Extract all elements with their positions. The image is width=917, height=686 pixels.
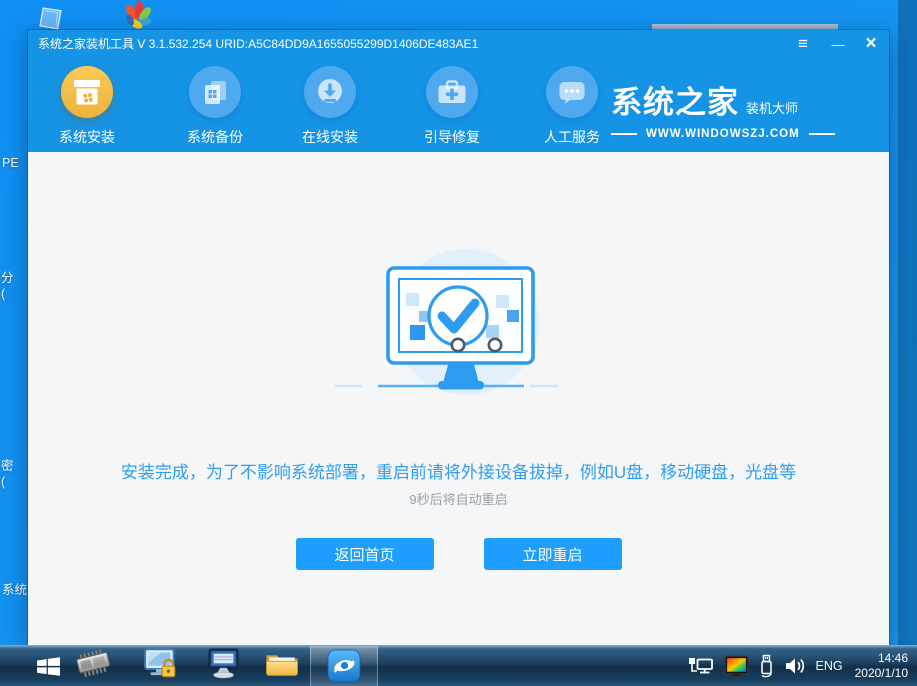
clock-date: 2020/1/10 xyxy=(854,666,908,680)
brand-logo: 系统之家 装机大师 WWW.WINDOWSZJ.COM xyxy=(611,77,863,140)
monitor-check-success-icon xyxy=(300,245,560,430)
nav-label: 引导修复 xyxy=(424,129,480,145)
nav-item-support[interactable]: 人工服务 xyxy=(522,66,622,147)
desktop-label-mi: 密 ( xyxy=(1,459,14,489)
clock-time: 14:46 xyxy=(877,651,908,665)
window-header: 系统之家装机工具 V 3.1.532.254 URID:A5C84DD9A165… xyxy=(28,30,889,152)
nav-item-system-install[interactable]: 系统安装 xyxy=(37,66,137,147)
glass-monitor-icon xyxy=(39,7,62,30)
close-icon[interactable]: × xyxy=(861,33,881,55)
online-download-icon xyxy=(304,66,356,118)
brand-url: WWW.WINDOWSZJ.COM xyxy=(646,128,800,140)
start-button[interactable] xyxy=(20,646,76,686)
desktop-label-pe: PE xyxy=(2,156,19,170)
taskbar-onscreen-keyboard[interactable] xyxy=(205,647,242,685)
taskbar: ENG 14:46 2020/1/10 xyxy=(0,645,917,686)
window-title: 系统之家装机工具 V 3.1.532.254 URID:A5C84DD9A165… xyxy=(38,37,479,51)
nav-label: 在线安装 xyxy=(302,129,358,145)
taskbar-installer-app-active[interactable] xyxy=(310,646,378,686)
window-controls: ≡ — × xyxy=(793,30,881,58)
nav-label: 系统备份 xyxy=(187,129,243,145)
support-chat-icon xyxy=(546,66,598,118)
back-home-button[interactable]: 返回首页 xyxy=(295,538,434,570)
completion-message: 安装完成，为了不影响系统部署，重启前请将外接设备拔掉，例如U盘，移动硬盘，光盘等 xyxy=(120,463,797,482)
backup-copies-icon xyxy=(189,66,241,118)
network-icon[interactable] xyxy=(687,655,714,677)
screen: PE 分 ( 密 ( 系统 系统之家装机工具 V 3.1.532.254 URI… xyxy=(0,0,917,686)
brand-subtitle: 装机大师 xyxy=(746,101,799,116)
flower-gallery-icon xyxy=(126,0,152,29)
taskbar-file-explorer[interactable] xyxy=(264,648,300,684)
nav-label: 人工服务 xyxy=(544,129,600,145)
taskbar-memory-chip[interactable] xyxy=(74,648,114,685)
titlebar[interactable]: 系统之家装机工具 V 3.1.532.254 URID:A5C84DD9A165… xyxy=(28,30,889,58)
menu-icon[interactable]: ≡ xyxy=(793,34,813,54)
installer-window: 系统之家装机工具 V 3.1.532.254 URID:A5C84DD9A165… xyxy=(28,30,889,645)
desktop-label-fen: 分 ( xyxy=(1,271,14,301)
taskbar-lock-screen[interactable] xyxy=(142,647,179,685)
language-indicator[interactable]: ENG xyxy=(816,659,843,673)
logo-dash-right xyxy=(808,133,835,135)
restart-now-button[interactable]: 立即重启 xyxy=(483,538,622,570)
system-tray: ENG 14:46 2020/1/10 xyxy=(687,646,912,686)
windows-logo-icon xyxy=(36,656,60,676)
boot-repair-toolbox-icon xyxy=(426,66,478,118)
display-color-icon[interactable] xyxy=(724,655,749,678)
usb-eject-icon[interactable] xyxy=(759,654,774,678)
minimize-icon[interactable]: — xyxy=(827,37,847,52)
logo-dash-left xyxy=(611,133,637,135)
restart-countdown: 9秒后将自动重启 xyxy=(409,492,508,507)
taskbar-clock[interactable]: 14:46 2020/1/10 xyxy=(855,651,908,681)
on-screen-keyboard-icon xyxy=(208,648,239,679)
brand-title: 系统之家 xyxy=(611,85,739,120)
lock-screen-monitor-icon xyxy=(144,648,176,678)
nav-item-system-backup[interactable]: 系统备份 xyxy=(165,66,265,147)
volume-icon[interactable] xyxy=(784,656,806,676)
memory-chip-icon xyxy=(76,649,111,678)
nav-item-online-install[interactable]: 在线安装 xyxy=(280,66,380,147)
nav-item-boot-repair[interactable]: 引导修复 xyxy=(402,66,502,147)
install-box-icon xyxy=(61,66,113,118)
screen-right-shade xyxy=(898,0,917,645)
action-buttons: 返回首页 立即重启 xyxy=(28,538,889,570)
desktop-label-xitong: 系统 xyxy=(2,583,28,597)
installer-app-icon xyxy=(327,649,361,683)
nav-label: 系统安装 xyxy=(59,129,115,145)
file-explorer-folder-icon xyxy=(266,655,298,676)
